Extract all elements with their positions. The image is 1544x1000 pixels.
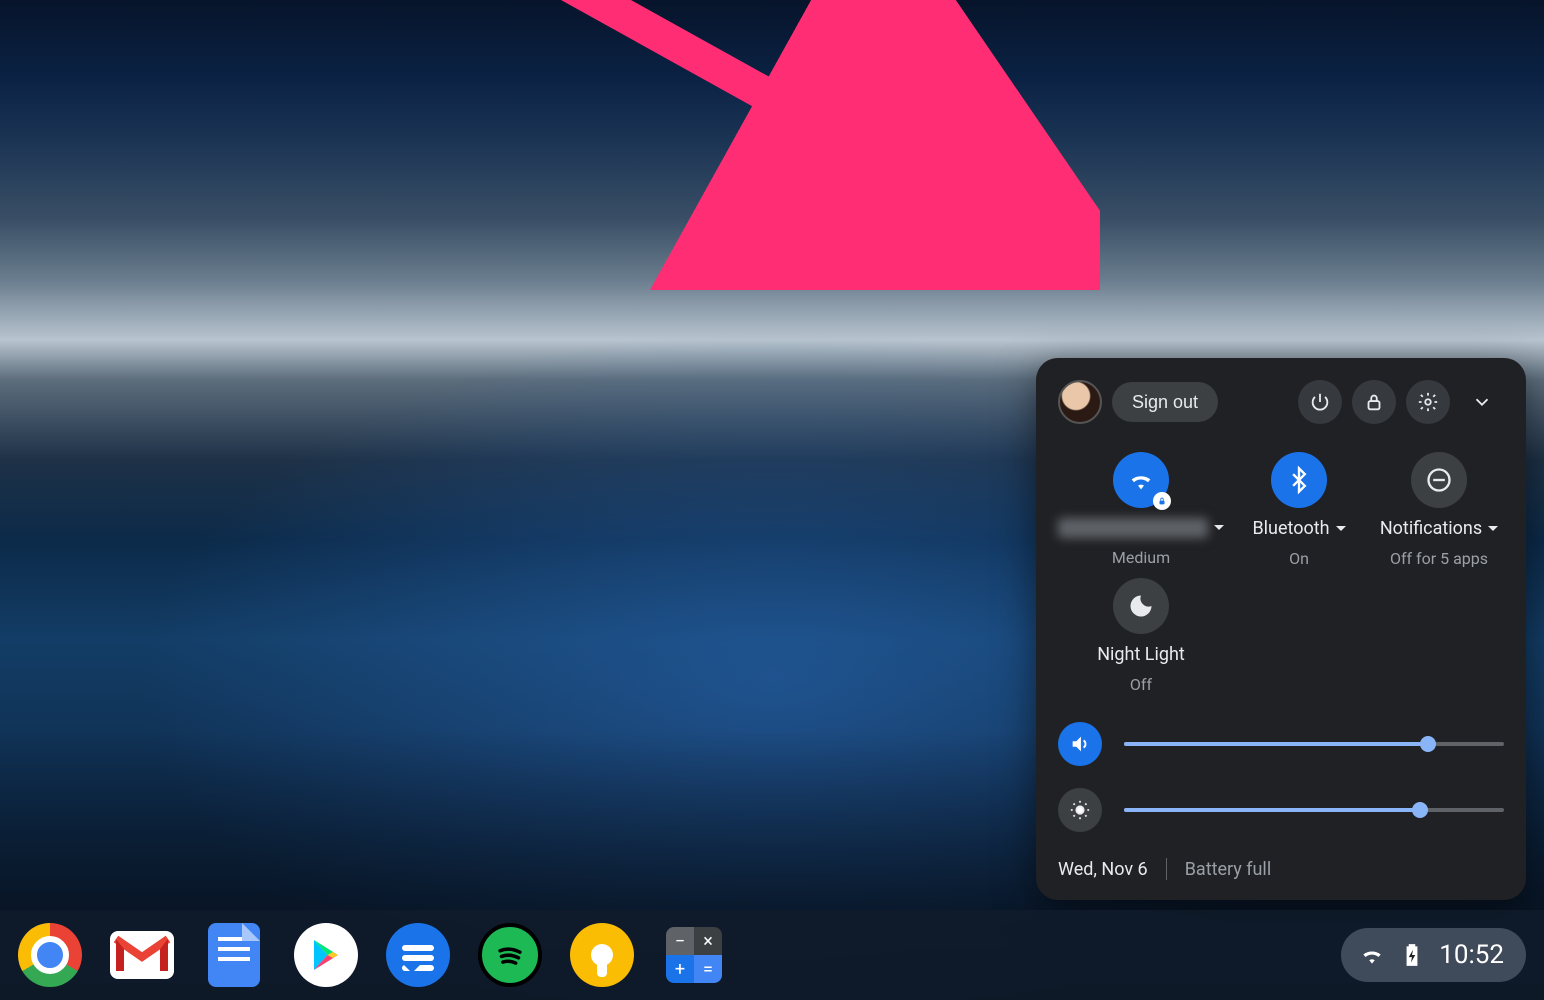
gmail-app[interactable] — [110, 931, 174, 979]
lock-button[interactable] — [1352, 380, 1396, 424]
night-light-icon — [1127, 592, 1155, 620]
wifi-network-name-redacted — [1058, 518, 1208, 538]
notifications-toggle[interactable] — [1411, 452, 1467, 508]
wifi-toggle[interactable] — [1113, 452, 1169, 508]
wifi-icon — [1359, 942, 1385, 968]
power-button[interactable] — [1298, 380, 1342, 424]
bluetooth-label[interactable]: Bluetooth — [1252, 518, 1345, 539]
spotify-app[interactable] — [478, 923, 542, 987]
bluetooth-icon — [1285, 466, 1313, 494]
power-icon — [1309, 391, 1331, 413]
docs-app[interactable] — [208, 923, 260, 987]
volume-slider[interactable] — [1124, 742, 1504, 746]
chevron-down-icon — [1488, 526, 1498, 536]
bluetooth-tile: Bluetooth On — [1234, 452, 1364, 568]
quick-toggle-grid: Medium Bluetooth On Notifications Off fo… — [1058, 452, 1504, 694]
night-light-toggle[interactable] — [1113, 578, 1169, 634]
wifi-label[interactable] — [1058, 518, 1224, 538]
panel-footer: Wed, Nov 6 Battery full — [1058, 858, 1504, 880]
volume-icon — [1069, 733, 1091, 755]
volume-button[interactable] — [1058, 722, 1102, 766]
brightness-icon — [1069, 799, 1091, 821]
lock-icon — [1363, 391, 1385, 413]
brightness-button[interactable] — [1058, 788, 1102, 832]
shelf-apps: −×+= — [18, 923, 726, 987]
notifications-status: Off for 5 apps — [1390, 549, 1488, 568]
chevron-down-icon — [1336, 526, 1346, 536]
volume-row — [1058, 722, 1504, 766]
bluetooth-status: On — [1289, 549, 1309, 568]
status-area[interactable]: 10:52 — [1341, 928, 1526, 982]
collapse-button[interactable] — [1460, 380, 1504, 424]
notifications-tile: Notifications Off for 5 apps — [1374, 452, 1504, 568]
shelf: −×+= 10:52 — [0, 910, 1544, 1000]
do-not-disturb-icon — [1425, 466, 1453, 494]
settings-button[interactable] — [1406, 380, 1450, 424]
wifi-secure-badge — [1153, 492, 1171, 510]
bluetooth-toggle[interactable] — [1271, 452, 1327, 508]
chevron-down-icon — [1214, 525, 1224, 535]
gear-icon — [1417, 391, 1439, 413]
wifi-icon — [1127, 466, 1155, 494]
avatar[interactable] — [1058, 380, 1102, 424]
calculator-icon: −×+= — [666, 927, 722, 983]
panel-header: Sign out — [1058, 380, 1504, 424]
battery-charging-icon — [1399, 942, 1425, 968]
spotify-icon — [493, 938, 527, 972]
clock: 10:52 — [1439, 940, 1504, 970]
chrome-app[interactable] — [18, 923, 82, 987]
night-light-tile: Night Light Off — [1058, 578, 1224, 694]
wifi-tile: Medium — [1058, 452, 1224, 568]
calculator-app[interactable]: −×+= — [662, 923, 726, 987]
play-icon — [308, 937, 344, 973]
date-label: Wed, Nov 6 — [1058, 859, 1148, 880]
sliders-section — [1058, 722, 1504, 832]
notifications-label[interactable]: Notifications — [1380, 518, 1498, 539]
divider — [1166, 858, 1167, 880]
brightness-row — [1058, 788, 1504, 832]
brightness-slider[interactable] — [1124, 808, 1504, 812]
wifi-strength: Medium — [1112, 548, 1170, 567]
play-store-app[interactable] — [294, 923, 358, 987]
gmail-icon — [112, 933, 172, 977]
keep-app[interactable] — [570, 923, 634, 987]
night-light-status: Off — [1130, 675, 1152, 694]
quick-settings-panel: Sign out Medium Bluet — [1036, 358, 1526, 900]
battery-status: Battery full — [1185, 859, 1272, 880]
messages-app[interactable] — [386, 923, 450, 987]
sign-out-button[interactable]: Sign out — [1112, 382, 1218, 422]
chevron-down-icon — [1471, 391, 1493, 413]
night-light-label: Night Light — [1097, 644, 1185, 665]
